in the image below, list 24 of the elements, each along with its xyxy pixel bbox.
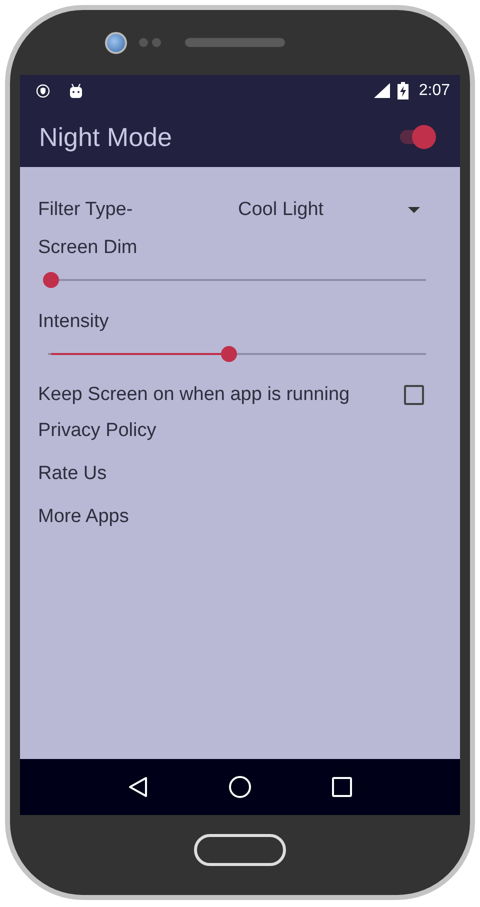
setting-label: Keep Screen on when app is running <box>38 384 350 406</box>
toggle-switch[interactable] <box>398 125 436 149</box>
checkbox[interactable] <box>404 385 424 405</box>
filter-dropdown[interactable]: Cool Light <box>238 199 430 221</box>
battery-charging-icon <box>396 82 409 100</box>
shield-icon <box>36 84 50 98</box>
slider-label: Intensity <box>38 311 110 334</box>
menu-link[interactable]: Rate Us <box>38 452 107 495</box>
caret-icon <box>408 207 420 213</box>
menu-link[interactable]: More Apps <box>38 495 129 538</box>
filter-label: Filter Type- <box>38 199 134 221</box>
sensor-icon <box>139 38 161 47</box>
slider-thumb[interactable] <box>220 346 237 362</box>
back-icon[interactable] <box>127 776 150 798</box>
home-icon[interactable] <box>228 775 252 799</box>
app-title: Night Mode <box>39 122 172 152</box>
menu-link[interactable]: Privacy Policy <box>38 409 156 452</box>
slider-thumb[interactable] <box>43 272 59 288</box>
signal-icon <box>372 83 391 99</box>
home-button[interactable] <box>194 834 286 866</box>
status-time: 2:07 <box>418 82 450 100</box>
recents-icon[interactable] <box>330 776 353 798</box>
camera-icon <box>105 32 127 54</box>
slider-label: Screen Dim <box>38 237 138 260</box>
